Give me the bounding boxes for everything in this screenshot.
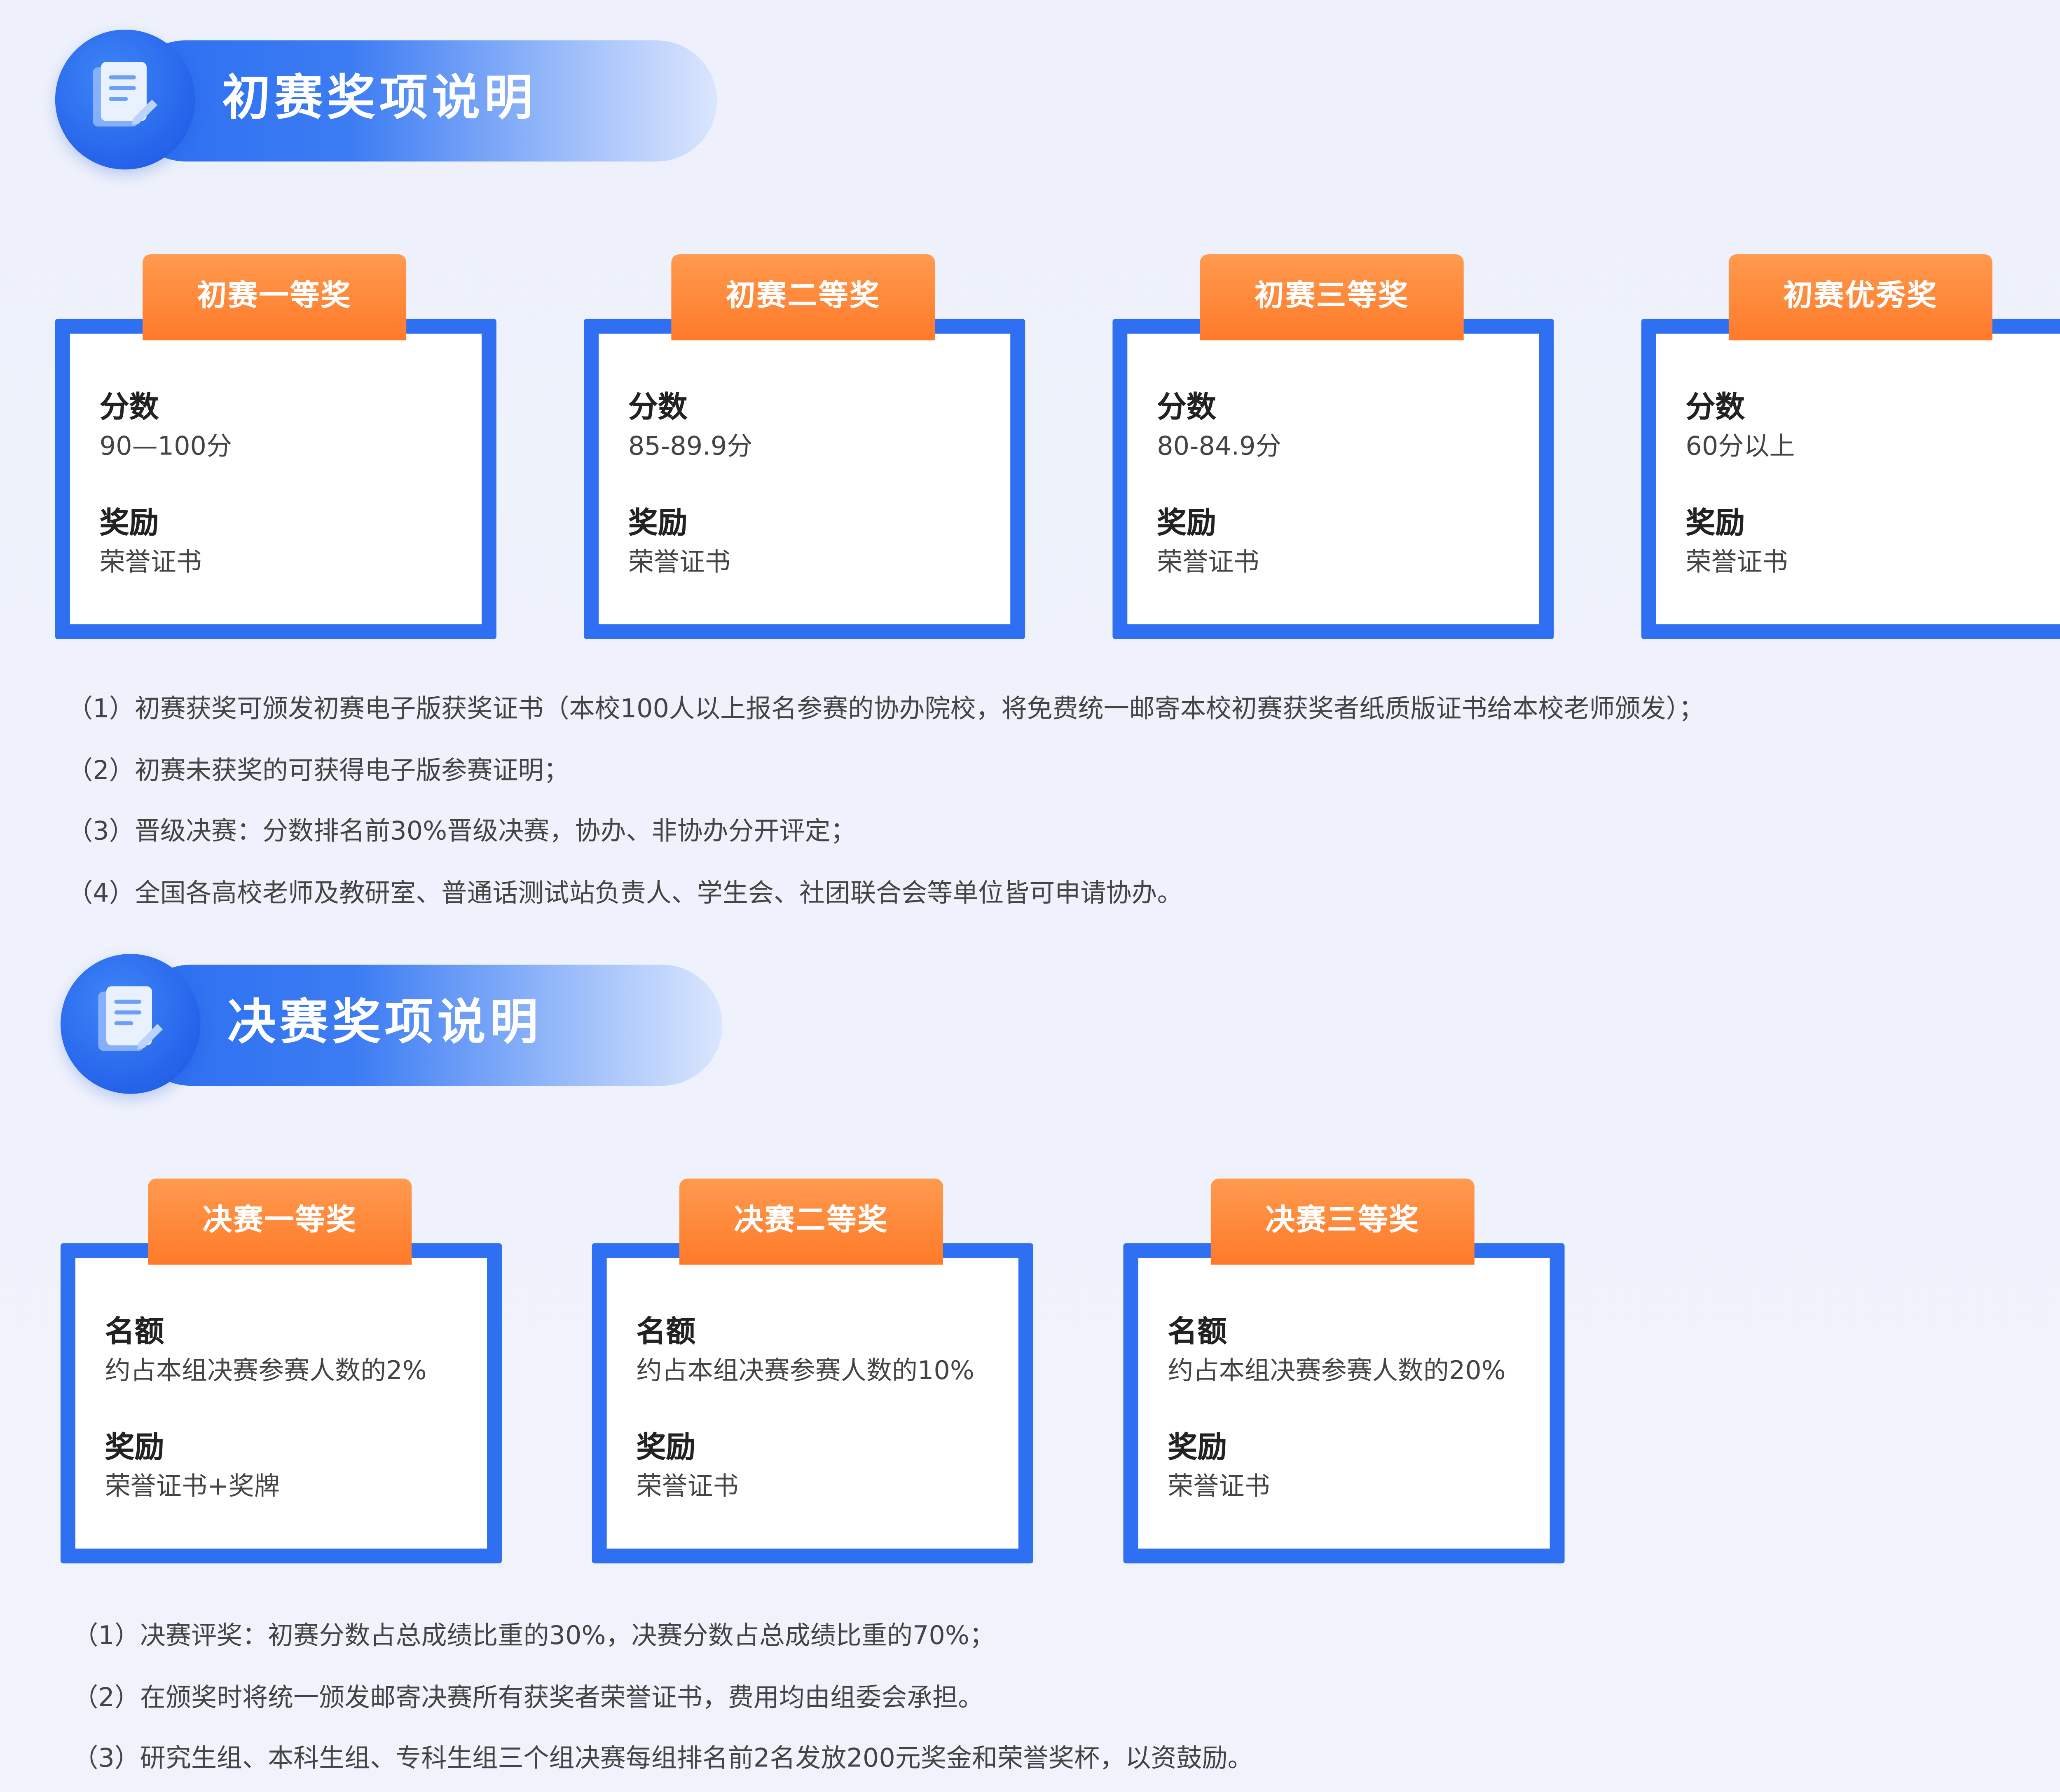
- field-value: 荣誉证书: [1157, 547, 1259, 577]
- note-item: （4）全国各高校老师及教研室、普通话测试站负责人、学生会、社团联合会等单位皆可申…: [67, 878, 1183, 908]
- field-value: 80-84.9分: [1157, 432, 1281, 461]
- field-label: 奖励: [105, 1431, 164, 1465]
- card-body: 名额 约占本组决赛参赛人数的2% 奖励 荣誉证书+奖牌: [105, 1313, 495, 1504]
- note-item: （1）决赛评奖：初赛分数占总成绩比重的30%，决赛分数占总成绩比重的70%；: [73, 1621, 995, 1651]
- field-value: 荣誉证书+奖牌: [105, 1472, 280, 1502]
- field-label: 分数: [628, 391, 688, 425]
- field-label: 奖励: [99, 507, 159, 541]
- award-card: 决赛一等奖 名额 约占本组决赛参赛人数的2% 奖励 荣誉证书+奖牌: [60, 1178, 502, 1564]
- card-body: 分数 85-89.9分 奖励 荣誉证书: [628, 389, 1018, 580]
- note-item: （2）初赛未获奖的可获得电子版参赛证明；: [67, 755, 569, 785]
- field-value: 60分以上: [1685, 432, 1795, 461]
- card-tab: 初赛一等奖: [143, 254, 407, 341]
- preliminary-notes: （1）初赛获奖可颁发初赛电子版获奖证书（本校100人以上报名参赛的协办院校，将免…: [67, 679, 1704, 924]
- field-label: 分数: [1157, 391, 1216, 425]
- card-body: 分数 80-84.9分 奖励 荣誉证书: [1157, 389, 1547, 580]
- field-label: 分数: [1685, 391, 1745, 425]
- note-item: （1）初赛获奖可颁发初赛电子版获奖证书（本校100人以上报名参赛的协办院校，将免…: [67, 694, 1704, 724]
- field-value: 荣誉证书: [1168, 1472, 1270, 1502]
- card-body: 分数 90—100分 奖励 荣誉证书: [100, 389, 490, 580]
- header-icon-circle: [60, 954, 201, 1094]
- note-item: （3）晋级决赛：分数排名前30%晋级决赛，协办、非协办分开评定；: [67, 817, 856, 846]
- card-body: 名额 约占本组决赛参赛人数的20% 奖励 荣誉证书: [1168, 1313, 1558, 1504]
- note-item: （3）研究生组、本科生组、专科生组三个组决赛每组排名前2名发放200元奖金和荣誉…: [73, 1743, 1253, 1773]
- award-card: 决赛二等奖 名额 约占本组决赛参赛人数的10% 奖励 荣誉证书: [592, 1178, 1033, 1564]
- field-value: 85-89.9分: [628, 432, 753, 461]
- document-icon: [93, 62, 158, 126]
- final-notes: （1）决赛评奖：初赛分数占总成绩比重的30%，决赛分数占总成绩比重的70%； （…: [73, 1607, 1253, 1790]
- final-section-header: 决赛奖项说明: [60, 954, 723, 1094]
- field-label: 奖励: [636, 1431, 696, 1465]
- field-label: 奖励: [628, 507, 688, 541]
- card-body: 名额 约占本组决赛参赛人数的10% 奖励 荣誉证书: [636, 1313, 1026, 1504]
- field-value: 90—100分: [99, 432, 232, 461]
- award-card: 初赛优秀奖 分数 60分以上 奖励 荣誉证书: [1641, 254, 2060, 639]
- card-tab: 初赛二等奖: [671, 254, 935, 341]
- section-title: 决赛奖项说明: [227, 996, 542, 1051]
- field-value: 约占本组决赛参赛人数的20%: [1168, 1356, 1506, 1386]
- card-tab: 初赛三等奖: [1200, 254, 1464, 341]
- award-card: 初赛一等奖 分数 90—100分 奖励 荣誉证书: [55, 254, 496, 639]
- card-tab: 初赛优秀奖: [1728, 254, 1992, 341]
- field-label: 名额: [105, 1316, 164, 1350]
- header-icon-circle: [55, 29, 195, 170]
- award-card: 初赛二等奖 分数 85-89.9分 奖励 荣誉证书: [584, 254, 1025, 639]
- field-value: 荣誉证书: [1685, 547, 1788, 577]
- section-title: 初赛奖项说明: [222, 71, 537, 126]
- field-value: 约占本组决赛参赛人数的10%: [636, 1356, 974, 1386]
- field-label: 奖励: [1685, 507, 1745, 541]
- preliminary-section-header: 初赛奖项说明: [55, 29, 717, 170]
- field-label: 奖励: [1168, 1431, 1227, 1465]
- card-tab: 决赛三等奖: [1210, 1178, 1475, 1265]
- document-icon: [98, 986, 163, 1051]
- field-label: 奖励: [1157, 507, 1216, 541]
- page: 初赛奖项说明 初赛一等奖 分数 90—100分 奖励 荣誉证书 初赛二等奖 分数…: [0, 0, 2060, 1792]
- field-value: 约占本组决赛参赛人数的2%: [105, 1356, 427, 1386]
- note-item: （2）在颁奖时将统一颁发邮寄决赛所有获奖者荣誉证书，费用均由组委会承担。: [73, 1682, 984, 1712]
- card-body: 分数 60分以上 奖励 荣誉证书: [1685, 389, 2060, 580]
- card-tab: 决赛二等奖: [679, 1178, 943, 1265]
- field-label: 分数: [99, 391, 159, 425]
- field-label: 名额: [1168, 1316, 1227, 1350]
- field-value: 荣誉证书: [628, 547, 731, 577]
- field-value: 荣誉证书: [99, 547, 202, 577]
- award-card: 初赛三等奖 分数 80-84.9分 奖励 荣誉证书: [1112, 254, 1554, 639]
- award-card: 决赛三等奖 名额 约占本组决赛参赛人数的20% 奖励 荣誉证书: [1123, 1178, 1565, 1564]
- field-label: 名额: [636, 1316, 696, 1350]
- card-tab: 决赛一等奖: [148, 1178, 412, 1265]
- field-value: 荣誉证书: [636, 1472, 739, 1502]
